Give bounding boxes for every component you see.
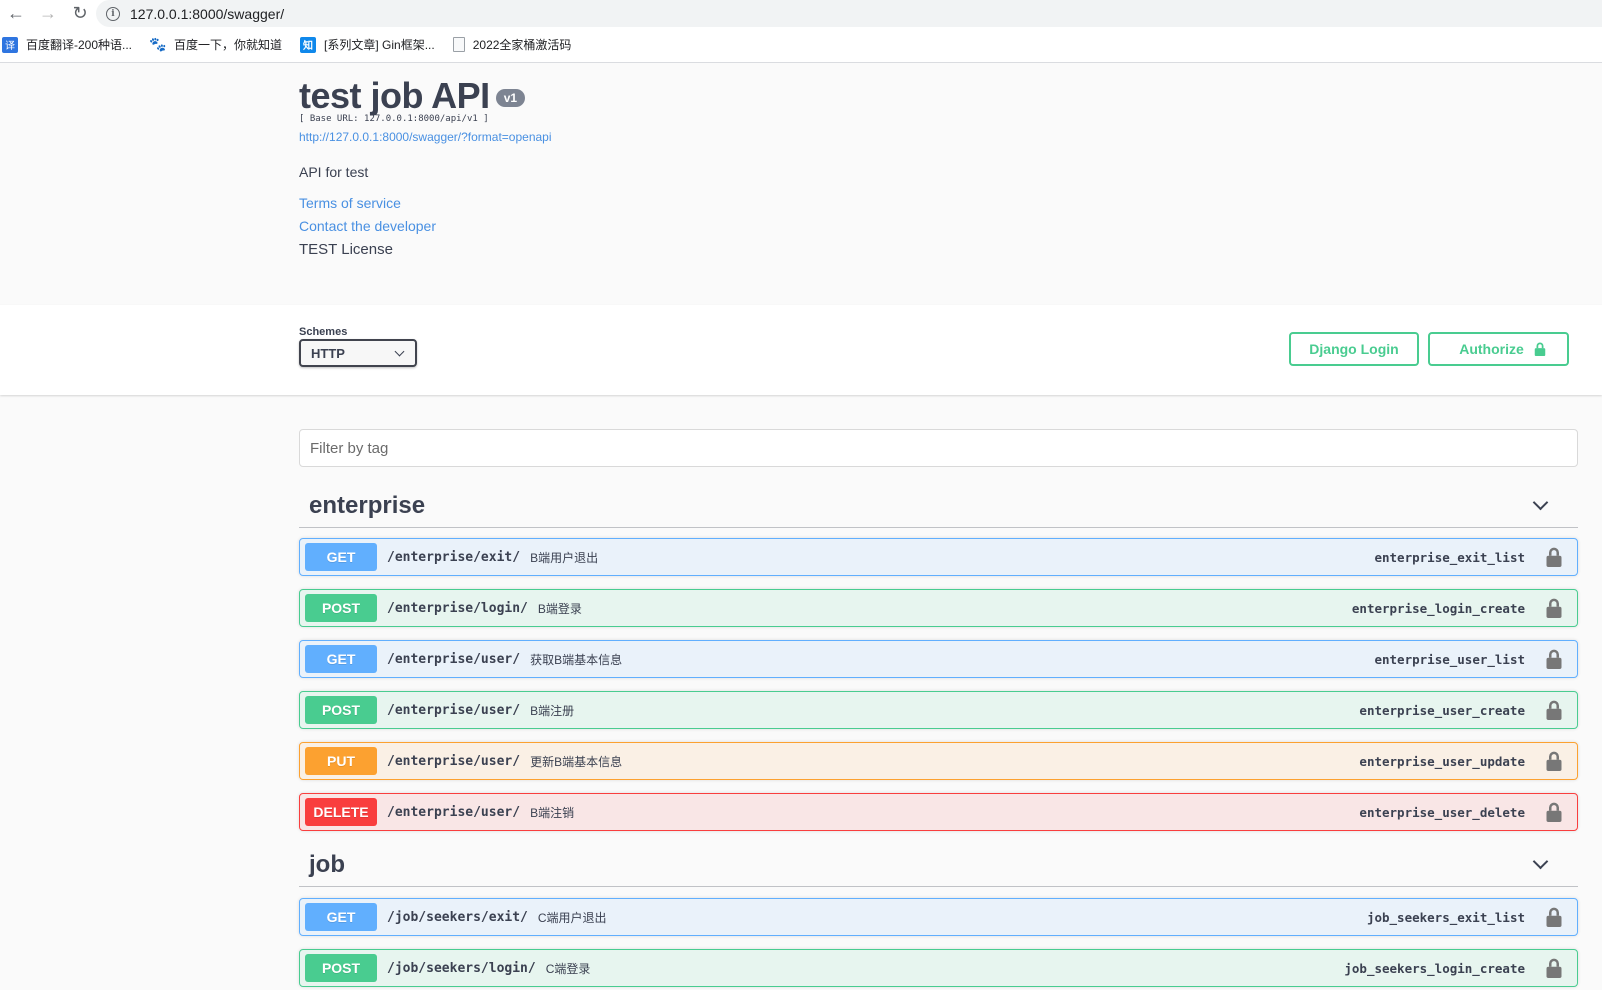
operation-path: /enterprise/user/ [387,753,521,769]
lock-icon[interactable] [1545,802,1563,822]
operation-summary: B端登录 [537,601,582,616]
base-url: [ Base URL: 127.0.0.1:8000/api/v1 ] [299,114,489,124]
contact-developer-link[interactable]: Contact the developer [299,218,436,234]
schemes-select[interactable]: HTTP [299,339,417,367]
api-title: test job API [299,75,490,116]
operation-id: enterprise_login_create [1351,600,1525,616]
operation-summary: 更新B端基本信息 [530,754,623,769]
operation-id: job_seekers_login_create [1344,960,1525,976]
zhihu-icon: 知 [300,36,317,53]
operation-path: /enterprise/login/ [387,600,528,616]
chevron-down-icon[interactable] [1532,853,1549,870]
operation-row[interactable]: POST /enterprise/login/ B端登录 enterprise_… [299,589,1578,627]
operation-summary: C端登录 [545,961,591,976]
tag-name: enterprise [309,491,426,519]
authorize-button[interactable]: Authorize [1428,332,1569,366]
chevron-down-icon [394,346,405,356]
lock-icon[interactable] [1545,751,1563,771]
api-info: test job API v1 [ Base URL: 127.0.0.1:80… [0,63,1602,305]
operation-id: enterprise_user_update [1359,753,1525,769]
method-badge: POST [305,696,377,724]
operation-row[interactable]: POST /enterprise/user/ B端注册 enterprise_u… [299,691,1578,729]
django-login-button[interactable]: Django Login [1289,332,1419,366]
operation-row[interactable]: GET /job/seekers/exit/ C端用户退出 job_seeker… [299,898,1578,936]
forward-arrow-icon[interactable]: → [32,0,64,27]
lock-icon[interactable] [1545,547,1563,567]
url-text[interactable]: 127.0.0.1:8000/swagger/ [130,6,284,22]
lock-icon[interactable] [1545,598,1563,618]
unlock-icon [1534,342,1546,356]
operation-row[interactable]: GET /enterprise/user/ 获取B端基本信息 enterpris… [299,640,1578,678]
bookmark-label: 百度一下，你就知道 [174,38,283,52]
version-badge: v1 [495,89,526,107]
reload-icon[interactable]: ↻ [64,0,96,27]
operation-summary: B端注册 [530,703,575,718]
method-badge: GET [305,903,377,931]
method-badge: PUT [305,747,377,775]
license-text: TEST License [299,241,393,258]
operation-id: enterprise_user_list [1374,651,1525,667]
document-icon [452,37,465,52]
paw-icon: 🐾 [149,36,167,52]
operation-path: /enterprise/user/ [387,702,521,718]
filter-by-tag-input[interactable] [299,429,1578,467]
operation-id: enterprise_user_create [1359,702,1525,718]
tag-enterprise[interactable]: enterprise [299,484,1578,528]
bookmark-zhihu[interactable]: 知 [系列文章] Gin框架... [300,36,435,53]
method-badge: GET [305,543,377,571]
operation-row[interactable]: POST /job/seekers/login/ C端登录 job_seeker… [299,949,1578,987]
bookmark-label: 百度翻译-200种语... [26,38,133,52]
operation-id: enterprise_exit_list [1374,549,1525,565]
api-description: API for test [299,164,369,180]
lock-icon[interactable] [1545,907,1563,927]
scheme-container: Schemes HTTP Django Login Authorize [0,305,1602,395]
translate-icon: 译 [2,36,18,53]
operation-path: /enterprise/exit/ [387,549,521,565]
lock-icon[interactable] [1545,958,1563,978]
operation-id: job_seekers_exit_list [1366,909,1525,925]
operation-id: enterprise_user_delete [1359,804,1525,820]
method-badge: GET [305,645,377,673]
tag-name: job [309,850,345,878]
tag-job[interactable]: job [299,843,1578,887]
operation-path: /enterprise/user/ [387,804,521,820]
operation-row[interactable]: PUT /enterprise/user/ 更新B端基本信息 enterpris… [299,742,1578,780]
bookmark-label: [系列文章] Gin框架... [324,38,435,52]
method-badge: POST [305,594,377,622]
schemes-selected-value: HTTP [311,345,345,361]
bookmark-baidu[interactable]: 🐾 百度一下，你就知道 [149,36,283,53]
operation-summary: B端用户退出 [530,550,599,565]
method-badge: DELETE [305,798,377,826]
operation-path: /job/seekers/exit/ [387,909,528,925]
operation-summary: 获取B端基本信息 [530,652,623,667]
method-badge: POST [305,954,377,982]
lock-icon[interactable] [1545,700,1563,720]
authorize-label: Authorize [1459,341,1524,357]
terms-of-service-link[interactable]: Terms of service [299,195,401,211]
bookmarks-bar: 译 百度翻译-200种语... 🐾 百度一下，你就知道 知 [系列文章] Gin… [0,27,1602,63]
operation-path: /enterprise/user/ [387,651,521,667]
operation-path: /job/seekers/login/ [387,960,536,976]
site-info-icon[interactable]: i [106,6,120,21]
schemes-label: Schemes [299,326,348,338]
operation-summary: C端用户退出 [537,910,607,925]
browser-toolbar: ← → ↻ i 127.0.0.1:8000/swagger/ [0,0,1602,27]
operation-row[interactable]: GET /enterprise/exit/ B端用户退出 enterprise_… [299,538,1578,576]
operation-row[interactable]: DELETE /enterprise/user/ B端注销 enterprise… [299,793,1578,831]
bookmark-label: 2022全家桶激活码 [472,38,572,52]
lock-icon[interactable] [1545,649,1563,669]
operation-summary: B端注销 [530,805,575,820]
title-row: test job API v1 [299,75,526,117]
bookmark-baidu-translate[interactable]: 译 百度翻译-200种语... [2,36,132,53]
openapi-spec-link[interactable]: http://127.0.0.1:8000/swagger/?format=op… [299,130,552,144]
bookmark-activation-code[interactable]: 2022全家桶激活码 [452,36,572,53]
back-arrow-icon[interactable]: ← [0,0,32,27]
chevron-down-icon[interactable] [1532,494,1549,511]
address-bar[interactable]: i 127.0.0.1:8000/swagger/ [96,0,1602,27]
